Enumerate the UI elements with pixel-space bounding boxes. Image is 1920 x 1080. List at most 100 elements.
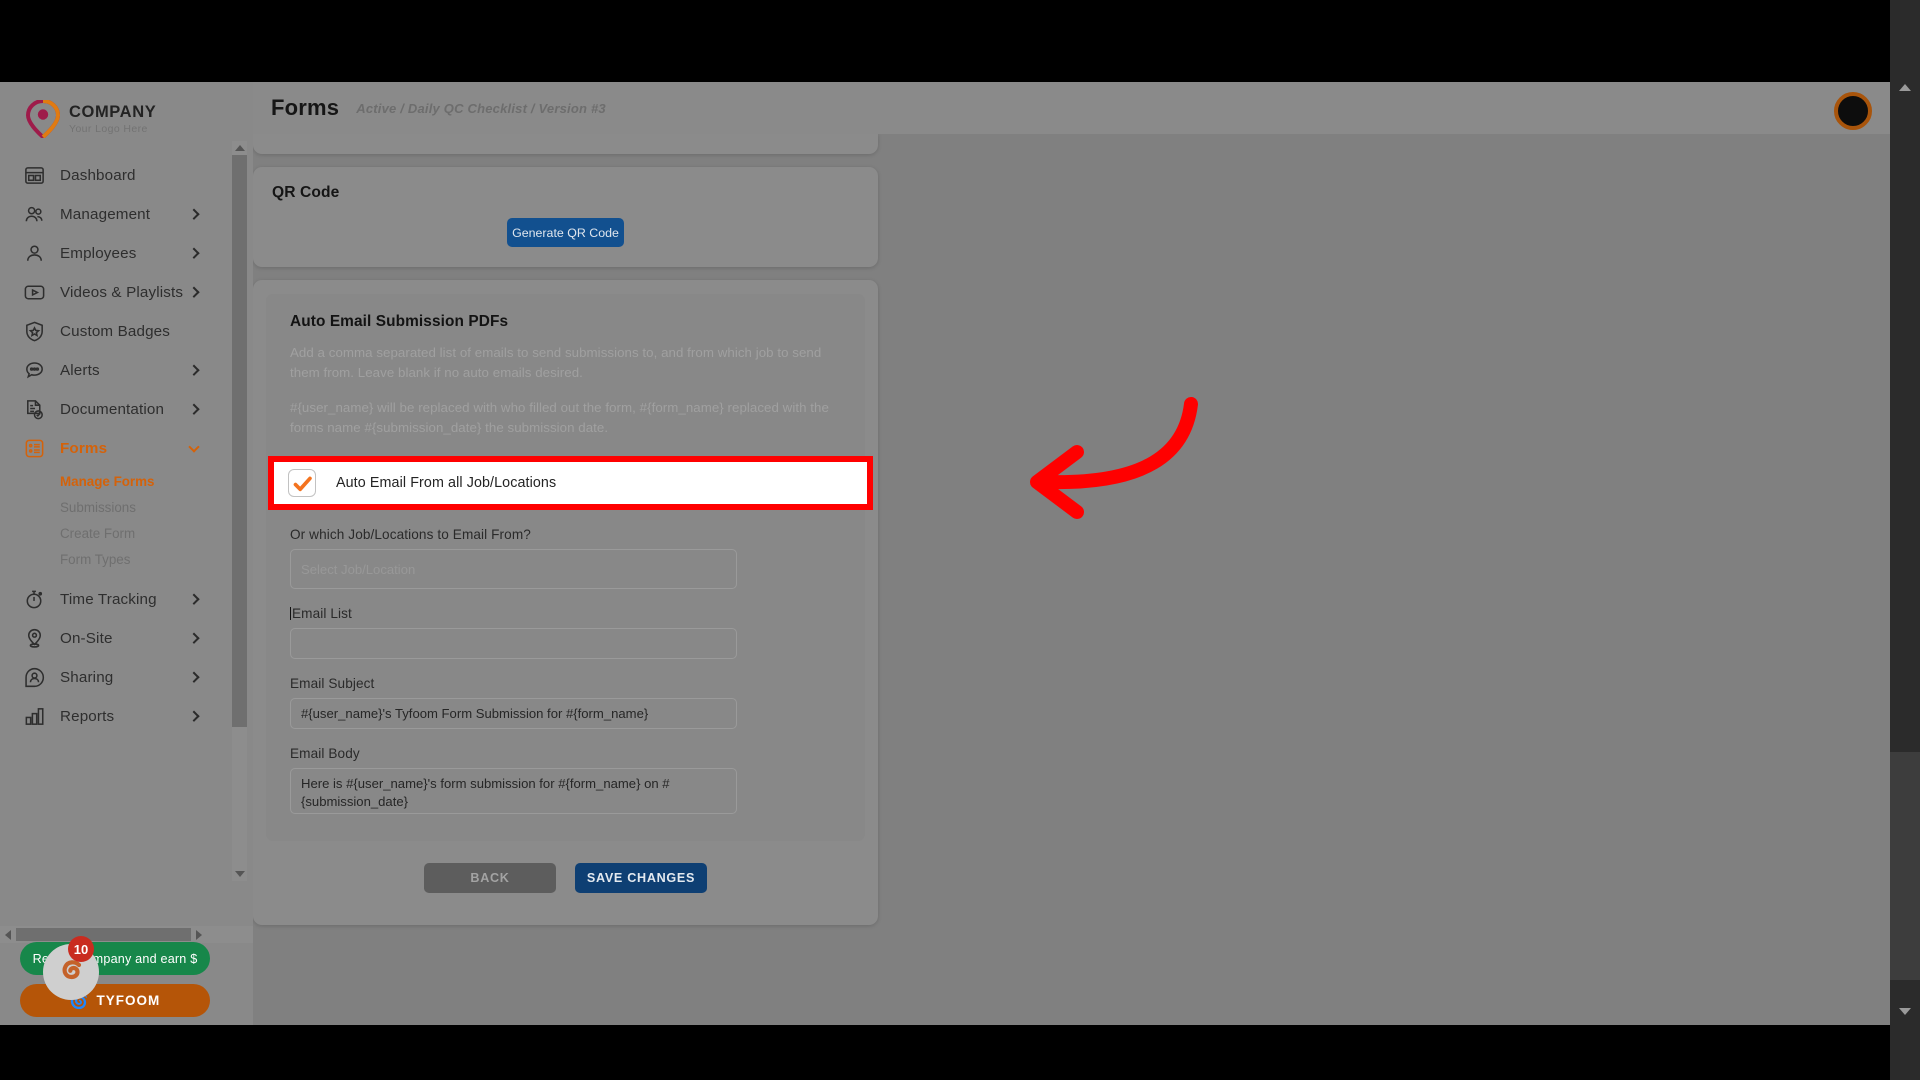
generate-qr-code-button[interactable]: Generate QR Code <box>507 218 624 247</box>
chevron-right-icon <box>188 710 200 722</box>
brand-tagline: Your Logo Here <box>69 123 148 135</box>
email-body-label: Email Body <box>290 746 360 761</box>
subnav-label: Manage Forms <box>60 473 155 489</box>
job-locations-select[interactable] <box>290 549 737 589</box>
share-badge-icon <box>22 665 47 690</box>
sidebar-item-employees[interactable]: Employees <box>0 234 253 273</box>
page-scroll-up-arrow-icon[interactable] <box>1890 74 1920 100</box>
auto-email-description-2: #{user_name} will be replaced with who f… <box>290 400 829 435</box>
form-settings-panel: QR Code Generate QR Code Auto Email Subm… <box>253 134 878 1025</box>
sidebar-item-manage-forms[interactable]: Manage Forms <box>0 468 253 494</box>
sidebar-item-create-form[interactable]: Create Form <box>0 520 253 546</box>
sidebar-item-form-types[interactable]: Form Types <box>0 546 253 572</box>
subnav-label: Submissions <box>60 499 136 515</box>
job-locations-label: Or which Job/Locations to Email From? <box>290 527 531 542</box>
email-subject-input[interactable] <box>290 698 737 729</box>
checkmark-icon <box>293 476 312 491</box>
sidebar-item-custom-badges[interactable]: Custom Badges <box>0 312 253 351</box>
form-actions: BACK SAVE CHANGES <box>266 841 865 911</box>
sidebar-item-time-tracking[interactable]: Time Tracking <box>0 580 253 619</box>
chevron-right-icon <box>188 632 200 644</box>
back-button[interactable]: BACK <box>424 863 556 893</box>
sidebar-item-submissions[interactable]: Submissions <box>0 494 253 520</box>
sidebar-item-dashboard[interactable]: Dashboard <box>0 156 253 195</box>
sidebar-item-videos-playlists[interactable]: Videos & Playlists <box>0 273 253 312</box>
brand-logo-block: COMPANY Your Logo Here <box>0 82 253 154</box>
chevron-right-icon <box>188 286 200 298</box>
sidebar-item-label: Forms <box>60 440 108 457</box>
sidebar-item-sharing[interactable]: Sharing <box>0 658 253 697</box>
subnav-label: Form Types <box>60 551 131 567</box>
qr-code-title: QR Code <box>272 184 340 201</box>
map-pin-icon <box>22 626 47 651</box>
sidebar-item-on-site[interactable]: On-Site <box>0 619 253 658</box>
app-root: COMPANY Your Logo Here Dashboard Managem… <box>0 82 1920 1025</box>
chevron-right-icon <box>188 671 200 683</box>
auto-email-inner-card: Auto Email Submission PDFs Add a comma s… <box>266 294 873 841</box>
chat-alert-icon <box>22 358 47 383</box>
sidebar-item-label: Alerts <box>60 362 100 379</box>
job-locations-field: Or which Job/Locations to Email From? <box>290 527 841 589</box>
sidebar-item-alerts[interactable]: Alerts <box>0 351 253 390</box>
scroll-left-arrow-icon[interactable] <box>0 926 16 943</box>
sidebar-item-label: Custom Badges <box>60 323 171 340</box>
chevron-right-icon <box>188 403 200 415</box>
sidebar-vertical-scrollbar[interactable] <box>232 141 247 881</box>
scroll-down-arrow-icon[interactable] <box>232 867 247 881</box>
chevron-right-icon <box>188 593 200 605</box>
avatar[interactable] <box>1834 92 1872 130</box>
chevron-down-icon <box>188 440 200 453</box>
scroll-up-arrow-icon[interactable] <box>232 141 247 155</box>
chevron-right-icon <box>188 208 200 220</box>
sidebar-item-label: Employees <box>60 245 137 262</box>
screen: COMPANY Your Logo Here Dashboard Managem… <box>0 0 1920 1080</box>
sidebar-scrollbar-thumb[interactable] <box>232 155 247 727</box>
sidebar-item-label: Dashboard <box>60 167 136 184</box>
page-scrollbar[interactable] <box>1890 0 1920 1080</box>
sidebar-item-forms[interactable]: Forms <box>0 429 253 468</box>
subnav-label: Create Form <box>60 525 136 541</box>
person-icon <box>22 241 47 266</box>
email-body-field: Email Body <box>290 746 841 819</box>
sidebar: COMPANY Your Logo Here Dashboard Managem… <box>0 82 253 1025</box>
email-list-input[interactable] <box>290 628 737 659</box>
save-changes-button[interactable]: SAVE CHANGES <box>575 863 707 893</box>
sidebar-nav: Dashboard Management Employees Videos & … <box>0 154 253 736</box>
auto-email-checkbox-highlight: Auto Email From all Job/Locations <box>268 456 873 510</box>
chevron-right-icon <box>188 247 200 259</box>
sidebar-item-documentation[interactable]: Documentation <box>0 390 253 429</box>
breadcrumb: Active / Daily QC Checklist / Version #3 <box>356 100 606 116</box>
annotation-arrow-icon <box>1030 397 1198 519</box>
sidebar-item-reports[interactable]: Reports <box>0 697 253 736</box>
email-body-textarea[interactable] <box>290 768 737 814</box>
video-icon <box>22 280 47 305</box>
page-title: Forms <box>271 95 340 120</box>
sidebar-item-management[interactable]: Management <box>0 195 253 234</box>
sidebar-item-label: Videos & Playlists <box>60 284 184 301</box>
bar-chart-icon <box>22 704 47 729</box>
previous-section-card-partial <box>253 134 878 154</box>
people-icon <box>22 202 47 227</box>
chevron-right-icon <box>188 364 200 376</box>
page-scrollbar-thumb[interactable] <box>1890 752 1920 980</box>
form-list-icon <box>22 436 47 461</box>
email-list-label: Email List <box>290 606 352 621</box>
email-subject-field: Email Subject <box>290 676 841 729</box>
dashboard-icon <box>22 163 47 188</box>
page-scroll-down-arrow-icon[interactable] <box>1890 998 1920 1024</box>
sidebar-item-label: Time Tracking <box>60 591 157 608</box>
auto-email-all-locations-label: Auto Email From all Job/Locations <box>336 475 557 491</box>
email-list-field: Email List <box>290 606 841 659</box>
auto-email-description-1: Add a comma separated list of emails to … <box>290 345 822 380</box>
sidebar-item-label: On-Site <box>60 630 113 647</box>
auto-email-title: Auto Email Submission PDFs <box>290 313 509 330</box>
promo-area: Refer a company and earn $ 🌀 TYFOOM 10 <box>20 933 210 1017</box>
app-header: Forms Active / Daily QC Checklist / Vers… <box>253 82 1920 134</box>
qr-code-card: QR Code Generate QR Code <box>253 167 878 267</box>
auto-email-all-locations-checkbox[interactable] <box>288 469 316 497</box>
email-subject-label: Email Subject <box>290 676 375 691</box>
tyfoom-label: TYFOOM <box>96 993 161 1008</box>
auto-email-card: Auto Email Submission PDFs Add a comma s… <box>253 280 878 925</box>
app-viewport: COMPANY Your Logo Here Dashboard Managem… <box>0 82 1920 1025</box>
document-check-icon <box>22 397 47 422</box>
